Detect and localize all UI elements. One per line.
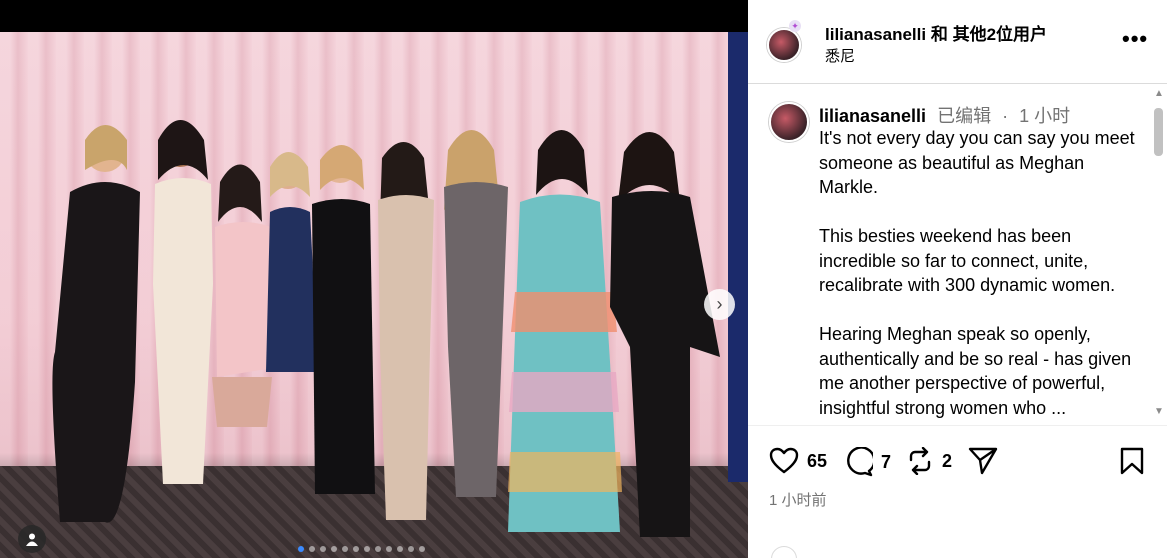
carousel-dot bbox=[364, 546, 370, 552]
carousel-next-button[interactable]: › bbox=[704, 289, 735, 320]
post-media: › bbox=[0, 0, 748, 558]
collab-badge-icon: ✦ bbox=[789, 20, 801, 32]
woman-9 bbox=[610, 132, 720, 537]
like-button[interactable]: 65 bbox=[769, 447, 827, 475]
post-details-panel: ✦ lilianasanelli 和 其他2位用户 悉尼 ••• liliana… bbox=[748, 0, 1167, 558]
caption-section: lilianasanelli 已编辑 · 1 小时 It's not every… bbox=[748, 84, 1153, 425]
caption-time: 1 小时 bbox=[1019, 106, 1071, 126]
woman-2 bbox=[153, 120, 213, 484]
collaborators-label[interactable]: 和 其他2位用户 bbox=[931, 25, 1047, 44]
caption-avatar[interactable] bbox=[769, 102, 809, 142]
repost-icon bbox=[909, 447, 931, 475]
author-username[interactable]: lilianasanelli bbox=[825, 25, 926, 44]
caption-paragraph: This besties weekend has been incredible… bbox=[819, 226, 1116, 295]
caption-scrollbar[interactable]: ▲ ▼ bbox=[1151, 88, 1165, 424]
share-icon bbox=[968, 447, 998, 475]
caption-header: lilianasanelli 已编辑 · 1 小时 bbox=[819, 102, 1070, 128]
woman-6 bbox=[378, 142, 434, 520]
tagged-users-button[interactable] bbox=[18, 525, 46, 553]
caption-paragraph: Hearing Meghan speak so openly, authenti… bbox=[819, 324, 1132, 418]
woman-5 bbox=[312, 145, 375, 494]
woman-1 bbox=[52, 125, 140, 523]
post-header: ✦ lilianasanelli 和 其他2位用户 悉尼 ••• bbox=[748, 0, 1167, 84]
like-count[interactable]: 65 bbox=[807, 451, 827, 472]
bookmark-icon bbox=[1120, 447, 1144, 475]
author-avatar[interactable] bbox=[767, 28, 801, 62]
comment-icon bbox=[847, 447, 873, 477]
post-photo[interactable] bbox=[0, 32, 748, 558]
carousel-dot bbox=[331, 546, 337, 552]
background-blue-strip bbox=[728, 32, 748, 482]
scroll-up-arrow-icon[interactable]: ▲ bbox=[1154, 88, 1164, 99]
carousel-dot bbox=[309, 546, 315, 552]
post-timestamp[interactable]: 1 小时前 bbox=[769, 489, 827, 510]
carousel-dot bbox=[375, 546, 381, 552]
scrollbar-thumb[interactable] bbox=[1154, 108, 1163, 156]
woman-8 bbox=[508, 130, 622, 532]
woman-7 bbox=[444, 130, 508, 497]
scroll-down-arrow-icon[interactable]: ▼ bbox=[1154, 406, 1164, 417]
action-bar: 65 7 2 bbox=[748, 425, 1167, 495]
woman-4 bbox=[266, 152, 318, 372]
carousel-dot bbox=[419, 546, 425, 552]
save-button[interactable] bbox=[1120, 447, 1144, 480]
carousel-dot bbox=[342, 546, 348, 552]
carousel-dot bbox=[397, 546, 403, 552]
edited-label: 已编辑 bbox=[937, 106, 992, 126]
carousel-dot bbox=[386, 546, 392, 552]
comment-button[interactable]: 7 bbox=[843, 447, 891, 477]
share-button[interactable] bbox=[968, 447, 998, 475]
chevron-right-icon: › bbox=[716, 294, 723, 314]
repost-count[interactable]: 2 bbox=[942, 451, 952, 472]
more-options-icon[interactable]: ••• bbox=[1122, 26, 1148, 52]
user-tag-icon bbox=[26, 533, 38, 546]
carousel-dot bbox=[298, 546, 304, 552]
caption-username[interactable]: lilianasanelli bbox=[819, 106, 926, 126]
comment-count[interactable]: 7 bbox=[881, 452, 891, 473]
caption-text: It's not every day you can say you meet … bbox=[819, 126, 1144, 425]
carousel-dot bbox=[353, 546, 359, 552]
carousel-dot bbox=[408, 546, 414, 552]
comment-input-avatar bbox=[771, 546, 797, 558]
author-line[interactable]: lilianasanelli 和 其他2位用户 bbox=[825, 20, 1047, 45]
heart-icon bbox=[769, 447, 799, 474]
carousel-dot bbox=[320, 546, 326, 552]
meta-dot: · bbox=[1002, 106, 1009, 126]
location-label[interactable]: 悉尼 bbox=[825, 45, 855, 66]
carousel-indicator bbox=[298, 546, 425, 552]
caption-paragraph: It's not every day you can say you meet … bbox=[819, 128, 1135, 197]
repost-button[interactable]: 2 bbox=[906, 447, 952, 475]
